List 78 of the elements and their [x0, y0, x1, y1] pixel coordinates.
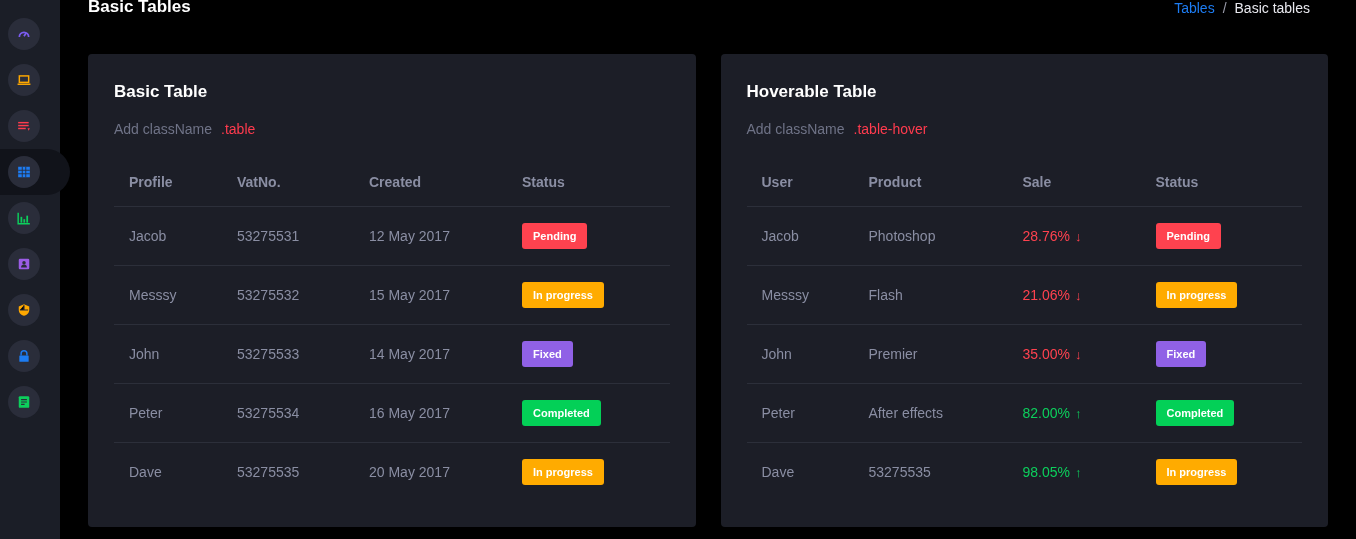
note-icon — [17, 395, 31, 409]
trend-arrow: ↓ — [1075, 346, 1082, 362]
sidebar-button[interactable] — [8, 386, 40, 418]
status-badge: Pending — [522, 223, 588, 249]
trend-arrow: ↑ — [1075, 405, 1082, 421]
status-badge: Completed — [522, 400, 601, 426]
status-badge: In progress — [522, 459, 604, 485]
cell-text: 14 May 2017 — [369, 346, 450, 362]
sidebar-button[interactable] — [8, 110, 40, 142]
breadcrumb-separator: / — [1222, 0, 1227, 16]
breadcrumb-link[interactable]: Tables — [1174, 0, 1215, 16]
cell-text: 53275535 — [237, 464, 300, 480]
sidebar-button[interactable] — [8, 340, 40, 372]
cell-text: 53275532 — [237, 287, 300, 303]
cell-text: Jacob — [129, 228, 167, 244]
trend-arrow: ↑ — [1075, 464, 1082, 480]
cell-text: Messsy — [129, 287, 177, 303]
trend-arrow: ↓ — [1075, 287, 1082, 303]
cell-text: 53275535 — [868, 464, 931, 480]
card-title: Hoverable Table — [746, 82, 878, 102]
shield-icon — [17, 303, 31, 317]
status-badge: Fixed — [522, 341, 573, 367]
cell-text: Messsy — [761, 287, 809, 303]
sidebar-button[interactable] — [8, 64, 40, 96]
cell-text: 20 May 2017 — [369, 464, 450, 480]
page-title: Basic Tables — [88, 0, 191, 15]
cell-text: Photoshop — [868, 228, 936, 244]
sale-value: 98.05% — [1022, 464, 1070, 480]
sidebar-button[interactable] — [8, 156, 40, 188]
cell-text: 53275534 — [237, 405, 300, 421]
status-badge: Pending — [1155, 223, 1221, 249]
laptop-icon — [17, 73, 31, 87]
sale-value: 82.00% — [1022, 405, 1070, 421]
cell-text: 16 May 2017 — [369, 405, 450, 421]
table-icon — [17, 165, 31, 179]
column-header: Status — [1140, 158, 1302, 207]
bar-chart-icon — [17, 211, 31, 225]
sale-value: 21.06% — [1022, 287, 1070, 303]
status-badge: In progress — [1155, 459, 1238, 485]
active-sidebar-item[interactable] — [0, 149, 70, 195]
list-icon — [17, 119, 31, 133]
column-header: User — [746, 158, 854, 207]
column-header: Product — [853, 158, 1008, 207]
status-badge: Completed — [1155, 400, 1235, 426]
status-badge: In progress — [522, 282, 604, 308]
cell-text: Peter — [761, 405, 795, 421]
status-badge: In progress — [1155, 282, 1238, 308]
sidebar-button[interactable] — [8, 294, 40, 326]
cell-text: Dave — [761, 464, 795, 480]
cell-text: 53275531 — [237, 228, 300, 244]
trend-arrow: ↓ — [1075, 228, 1082, 244]
column-header: Profile — [114, 158, 222, 207]
cell-text: 53275533 — [237, 346, 300, 362]
sidebar-button[interactable] — [8, 202, 40, 234]
column-header: Created — [354, 158, 507, 207]
sale-value: 28.76% — [1022, 228, 1070, 244]
sidebar-button[interactable] — [8, 248, 40, 280]
cell-text: Premier — [868, 346, 918, 362]
cell-text: John — [761, 346, 792, 362]
card-title: Basic Table — [114, 82, 209, 102]
card-hint: Add className .table-hover — [746, 121, 929, 137]
status-badge: Fixed — [1155, 341, 1207, 367]
cell-text: 12 May 2017 — [369, 228, 450, 244]
sale-value: 35.00% — [1022, 346, 1070, 362]
column-header: VatNo. — [222, 158, 354, 207]
column-header: Sale — [1007, 158, 1141, 207]
current-page-label: Basic tables — [1234, 0, 1310, 16]
cell-text: Dave — [129, 464, 162, 480]
cell-text: John — [129, 346, 160, 362]
column-header: Status — [507, 158, 670, 207]
cell-text: Flash — [868, 287, 903, 303]
card-hint: Add className .table — [114, 121, 257, 137]
cell-text: Peter — [129, 405, 163, 421]
cell-text: After effects — [868, 405, 943, 421]
cell-text: 15 May 2017 — [369, 287, 450, 303]
cell-text: Jacob — [761, 228, 799, 244]
lock-icon — [17, 349, 31, 363]
contact-card-icon — [17, 257, 31, 271]
